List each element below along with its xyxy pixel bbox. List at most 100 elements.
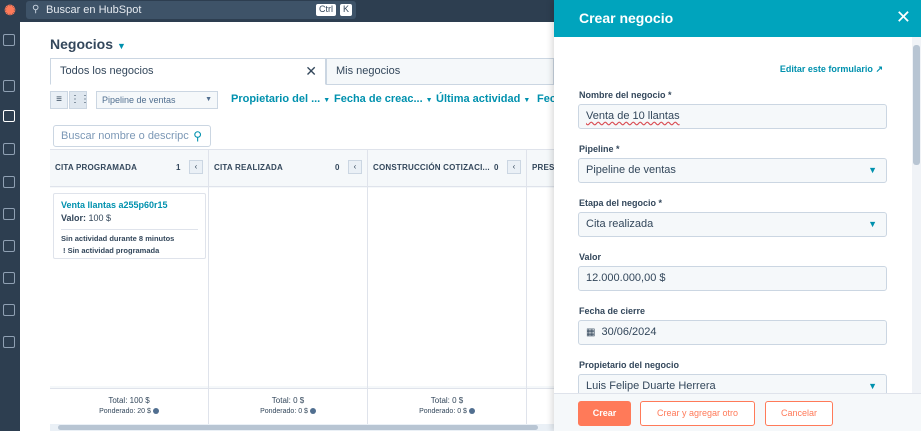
amount-label: Valor	[579, 252, 602, 262]
library-icon[interactable]	[3, 336, 15, 348]
chevron-down-icon: ▼	[868, 381, 877, 391]
filter-create-date-label: Fecha de creac...	[334, 93, 423, 105]
crm-icon[interactable]	[3, 110, 15, 122]
owner-dropdown[interactable]: Luis Felipe Duarte Herrera ▼	[578, 374, 887, 393]
tab-my-deals[interactable]: Mis negocios	[326, 58, 554, 85]
board-column: CONSTRUCCIÓN COTIZACI... 0 ‹ Total: 0 $ …	[368, 150, 527, 431]
sales-icon[interactable]	[3, 240, 15, 252]
chevron-down-icon: ▼	[425, 97, 433, 104]
divider	[61, 229, 198, 230]
deal-card-value-label: Valor:	[61, 213, 87, 223]
board-column: PRESE	[527, 150, 554, 431]
collapse-column-icon[interactable]: ‹	[348, 160, 362, 174]
edit-form-link[interactable]: Editar este formulario ↗	[780, 64, 883, 75]
panel-footer: Crear Crear y agregar otro Cancelar	[554, 393, 921, 431]
reports-icon[interactable]	[3, 272, 15, 284]
filter-owner-label: Propietario del ...	[231, 93, 321, 105]
page-title[interactable]: Negocios ▼	[50, 36, 126, 52]
global-search-input[interactable]: ⚲ Buscar en HubSpot Ctrl K	[26, 1, 356, 19]
page-title-text: Negocios	[50, 36, 114, 52]
pipeline-select[interactable]: Pipeline de ventas ▼	[96, 91, 218, 109]
amount-input[interactable]: 12.000.000,00 $	[578, 266, 887, 291]
close-icon[interactable]: ✕	[305, 59, 317, 84]
deal-card-value: Valor: 100 $	[61, 213, 111, 223]
marketing-icon[interactable]	[3, 143, 15, 155]
board-column: CITA PROGRAMADA 1 ‹ Venta llantas a255p6…	[50, 150, 209, 431]
pipeline-dropdown[interactable]: Pipeline de ventas ▼	[578, 158, 887, 183]
board-column: CITA REALIZADA 0 ‹ Total: 0 $ Ponderado:…	[209, 150, 368, 431]
column-header: CITA REALIZADA 0 ‹	[209, 150, 367, 187]
deal-card-name[interactable]: Venta llantas a255p60r15	[61, 200, 168, 210]
deal-stage-dropdown[interactable]: Cita realizada ▼	[578, 212, 887, 237]
create-deal-panel: Crear negocio ✕ Editar este formulario ↗…	[554, 0, 921, 431]
content-icon[interactable]	[3, 176, 15, 188]
column-name: PRESE	[532, 163, 554, 172]
info-icon[interactable]	[309, 408, 316, 415]
owner-value: Luis Felipe Duarte Herrera	[586, 380, 716, 392]
pipeline-select-value: Pipeline de ventas	[102, 95, 176, 105]
column-footer: Total: 100 $ Ponderado: 20 $	[50, 388, 208, 424]
tab-all-deals[interactable]: Todos los negocios ✕	[50, 58, 326, 85]
automation-icon[interactable]	[3, 208, 15, 220]
search-icon: ⚲	[193, 129, 202, 143]
pipeline-label: Pipeline *	[579, 144, 620, 154]
info-icon[interactable]	[152, 408, 159, 415]
data-icon[interactable]	[3, 304, 15, 316]
close-icon[interactable]: ✕	[896, 6, 911, 28]
panel-scrollbar[interactable]	[912, 37, 921, 393]
column-footer: Total: 0 $ Ponderado: 0 $	[209, 388, 367, 424]
search-icon: ⚲	[32, 4, 40, 15]
filter-last-activity[interactable]: Última actividad ▼	[436, 93, 530, 105]
pipeline-dropdown-value: Pipeline de ventas	[586, 164, 676, 176]
close-date-input[interactable]: ▦ 30/06/2024	[578, 320, 887, 345]
panel-form: Editar este formulario ↗ Nombre del nego…	[554, 37, 912, 393]
view-tabs: Todos los negocios ✕ Mis negocios	[50, 58, 554, 85]
board-view-icon[interactable]: ⋮⋮	[69, 91, 90, 109]
deal-card[interactable]: Venta llantas a255p60r15 Valor: 100 $ Si…	[53, 193, 206, 259]
scrollbar-thumb[interactable]	[58, 425, 538, 430]
deal-stage-value: Cita realizada	[586, 218, 654, 230]
chevron-down-icon: ▼	[323, 97, 331, 104]
column-total: Total: 0 $	[430, 396, 464, 405]
column-name: CITA PROGRAMADA	[55, 163, 138, 172]
create-and-add-another-button[interactable]: Crear y agregar otro	[640, 401, 755, 426]
calendar-icon[interactable]: ▦	[586, 327, 595, 338]
column-count: 0	[335, 163, 340, 172]
filter-create-date[interactable]: Fecha de creac... ▼	[334, 93, 433, 105]
column-weighted-text: Ponderado: 20 $	[99, 408, 151, 415]
chevron-down-icon: ▼	[117, 41, 126, 51]
shortcut-ctrl-key: Ctrl	[316, 4, 336, 16]
cancel-button[interactable]: Cancelar	[765, 401, 833, 426]
contacts-icon[interactable]	[3, 80, 15, 92]
deal-name-value: Venta de 10 llantas	[586, 110, 680, 122]
deal-name-input[interactable]: Venta de 10 llantas	[578, 104, 887, 129]
deal-stage-label: Etapa del negocio *	[579, 198, 663, 208]
column-header: PRESE	[527, 150, 554, 187]
horizontal-scrollbar[interactable]	[50, 424, 554, 431]
deal-name-label: Nombre del negocio *	[579, 90, 672, 100]
column-body	[368, 188, 526, 386]
chevron-down-icon: ▼	[868, 165, 877, 175]
owner-label: Propietario del negocio	[579, 360, 680, 370]
collapse-column-icon[interactable]: ‹	[189, 160, 203, 174]
edit-form-link-text: Editar este formulario	[779, 64, 873, 74]
collapse-column-icon[interactable]: ‹	[507, 160, 521, 174]
list-view-icon[interactable]: ≡	[50, 91, 68, 109]
column-name: CITA REALIZADA	[214, 163, 284, 172]
external-link-icon: ↗	[875, 64, 883, 74]
info-icon[interactable]	[468, 408, 475, 415]
create-button[interactable]: Crear	[578, 401, 631, 426]
close-date-label: Fecha de cierre	[579, 306, 646, 316]
column-count: 0	[494, 163, 499, 172]
panel-title: Crear negocio	[579, 10, 674, 26]
close-date-value: 30/06/2024	[601, 326, 657, 338]
scrollbar-thumb[interactable]	[913, 45, 920, 165]
global-search-placeholder: Buscar en HubSpot	[46, 4, 142, 16]
hubspot-logo-icon[interactable]: ✺	[0, 2, 20, 18]
bookmark-icon[interactable]	[3, 34, 15, 46]
board-search-input[interactable]: Buscar nombre o descripc ⚲	[53, 125, 211, 147]
deals-main-area: Negocios ▼ Todos los negocios ✕ Mis negoc…	[20, 22, 563, 431]
column-weighted-text: Ponderado: 0 $	[419, 408, 467, 415]
board-search-placeholder: Buscar nombre o descripc	[61, 130, 189, 142]
filter-owner[interactable]: Propietario del ... ▼	[231, 93, 330, 105]
